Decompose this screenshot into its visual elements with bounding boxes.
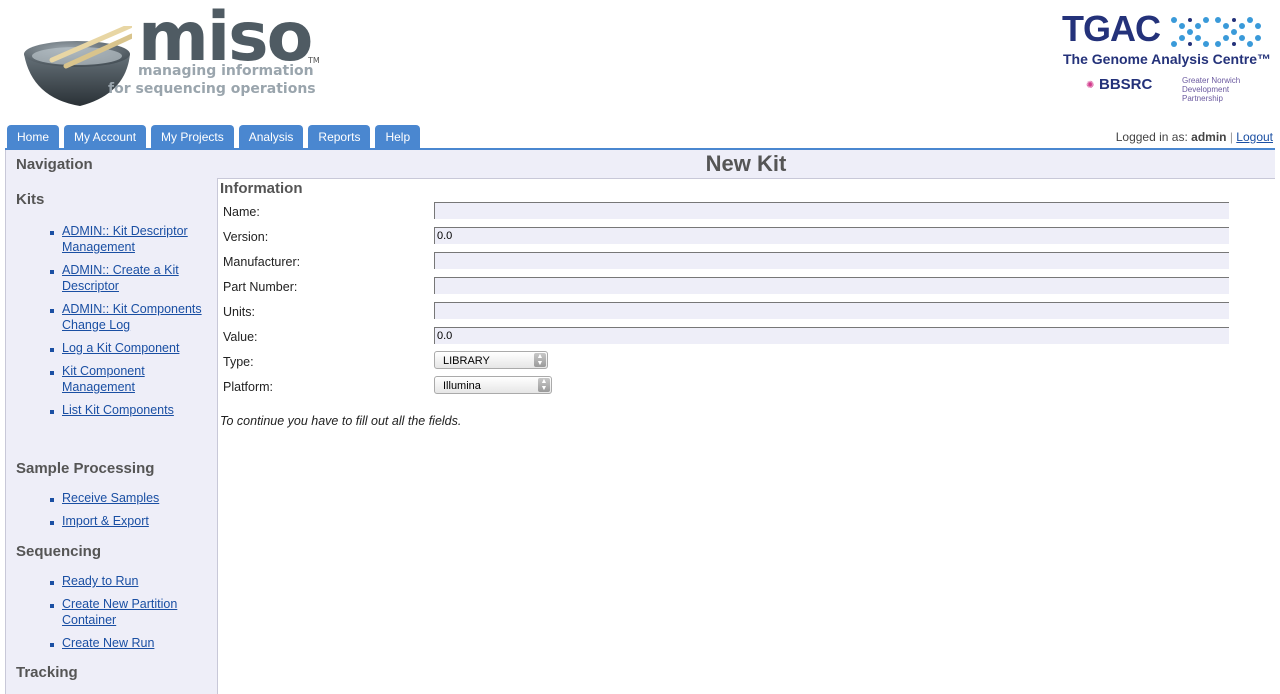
tab-my-account[interactable]: My Account (64, 125, 147, 148)
main-content: New Kit Information Name: Version: 0.0 M… (217, 150, 1275, 694)
bbsrc-star-icon: ✺ (1086, 80, 1095, 91)
tab-reports[interactable]: Reports (308, 125, 371, 148)
tgac-full-name: The Genome Analysis Centre™ (1063, 51, 1271, 67)
type-label: Type: (223, 355, 254, 369)
sidebar-item-log-kit-component[interactable]: Log a Kit Component (62, 340, 202, 356)
tab-help[interactable]: Help (375, 125, 421, 148)
list-item: ADMIN:: Create a Kit Descriptor (48, 262, 202, 294)
login-status: Logged in as: admin | Logout (1116, 130, 1273, 144)
bbsrc-logo: BBSRC (1099, 76, 1153, 93)
sidebar-item-list-kit-components[interactable]: List Kit Components (62, 402, 202, 418)
sidebar-section-sequencing: Sequencing (16, 543, 102, 560)
select-arrows-icon: ▲ ▼ (534, 353, 546, 367)
form-row-type: Type: LIBRARY ▲ ▼ (223, 351, 1233, 376)
sidebar-item-receive-samples[interactable]: Receive Samples (62, 490, 202, 506)
version-field[interactable]: 0.0 (434, 227, 1229, 244)
platform-select[interactable]: Illumina ▲ ▼ (434, 376, 552, 394)
main-tabs: Home My Account My Projects Analysis Rep… (7, 125, 425, 148)
list-item: ADMIN:: Kit Components Change Log (48, 301, 202, 333)
sidebar-section-tracking: Tracking (16, 664, 78, 681)
type-select[interactable]: LIBRARY ▲ ▼ (434, 351, 548, 369)
list-item: Receive Samples (48, 490, 202, 506)
form-row-value: Value: 0.0 (223, 326, 1233, 351)
list-item: List Kit Components (48, 402, 202, 418)
list-item: Create New Partition Container (48, 596, 202, 628)
part-number-label: Part Number: (223, 280, 298, 294)
type-select-value: LIBRARY (443, 355, 490, 367)
units-label: Units: (223, 305, 255, 319)
tab-analysis[interactable]: Analysis (238, 125, 304, 148)
sidebar-item-import-export[interactable]: Import & Export (62, 513, 202, 529)
manufacturer-field[interactable] (434, 252, 1229, 269)
value-label: Value: (223, 330, 258, 344)
kits-list: ADMIN:: Kit Descriptor Management ADMIN:… (48, 223, 202, 425)
username: admin (1191, 130, 1227, 144)
page-title: New Kit (217, 150, 1275, 179)
version-label: Version: (223, 230, 269, 244)
sidebar: Navigation Kits ADMIN:: Kit Descriptor M… (5, 150, 218, 694)
sequencing-list: Ready to Run Create New Partition Contai… (48, 573, 202, 658)
list-item: Ready to Run (48, 573, 202, 589)
manufacturer-label: Manufacturer: (223, 255, 301, 269)
tab-my-projects[interactable]: My Projects (151, 125, 234, 148)
logout-link[interactable]: Logout (1236, 130, 1273, 144)
sample-processing-list: Receive Samples Import & Export (48, 490, 202, 536)
list-item: ADMIN:: Kit Descriptor Management (48, 223, 202, 255)
section-title: Information (220, 180, 303, 197)
name-field[interactable] (434, 202, 1229, 219)
list-item: Log a Kit Component (48, 340, 202, 356)
sidebar-heading: Navigation (16, 156, 93, 173)
logged-in-label: Logged in as: (1115, 130, 1188, 144)
form-row-version: Version: 0.0 (223, 226, 1233, 251)
sidebar-section-sample-processing: Sample Processing (16, 460, 155, 477)
form-row-name: Name: (223, 201, 1233, 226)
sidebar-item-kit-components-change-log[interactable]: ADMIN:: Kit Components Change Log (62, 301, 202, 333)
dna-helix-icon (1171, 17, 1261, 47)
list-item: Kit Component Management (48, 363, 202, 395)
sidebar-section-kits: Kits (16, 191, 45, 208)
select-arrows-icon: ▲ ▼ (538, 378, 550, 392)
miso-logo: miso TM managing information for sequenc… (20, 0, 330, 106)
sidebar-item-ready-to-run[interactable]: Ready to Run (62, 573, 202, 589)
sidebar-item-create-partition-container[interactable]: Create New Partition Container (62, 596, 202, 628)
login-separator: | (1229, 130, 1233, 144)
sidebar-item-kit-descriptor-management[interactable]: ADMIN:: Kit Descriptor Management (62, 223, 202, 255)
value-field[interactable]: 0.0 (434, 327, 1229, 344)
gndp-logo: Greater Norwich Development Partnership (1182, 76, 1241, 103)
platform-select-value: Illumina (443, 380, 481, 392)
list-item: Create New Run (48, 635, 202, 651)
miso-bowl-icon (24, 26, 132, 106)
name-label: Name: (223, 205, 260, 219)
form-row-units: Units: (223, 301, 1233, 326)
sidebar-item-create-kit-descriptor[interactable]: ADMIN:: Create a Kit Descriptor (62, 262, 202, 294)
form-row-part-number: Part Number: (223, 276, 1233, 301)
sidebar-item-create-new-run[interactable]: Create New Run (62, 635, 202, 651)
platform-label: Platform: (223, 380, 274, 394)
tagline-1: managing information (138, 63, 314, 79)
form-row-manufacturer: Manufacturer: (223, 251, 1233, 276)
tab-home[interactable]: Home (7, 125, 60, 148)
form-row-platform: Platform: Illumina ▲ ▼ (223, 376, 1233, 401)
sidebar-item-kit-component-management[interactable]: Kit Component Management (62, 363, 202, 395)
units-field[interactable] (434, 302, 1229, 319)
form-note: To continue you have to fill out all the… (220, 414, 462, 428)
tgac-logo: TGAC The Genome Analysis Centre™ ✺ BBSRC… (1062, 8, 1274, 104)
tagline-2: for sequencing operations (108, 81, 316, 97)
tgac-name: TGAC (1062, 8, 1161, 49)
list-item: Import & Export (48, 513, 202, 529)
part-number-field[interactable] (434, 277, 1229, 294)
